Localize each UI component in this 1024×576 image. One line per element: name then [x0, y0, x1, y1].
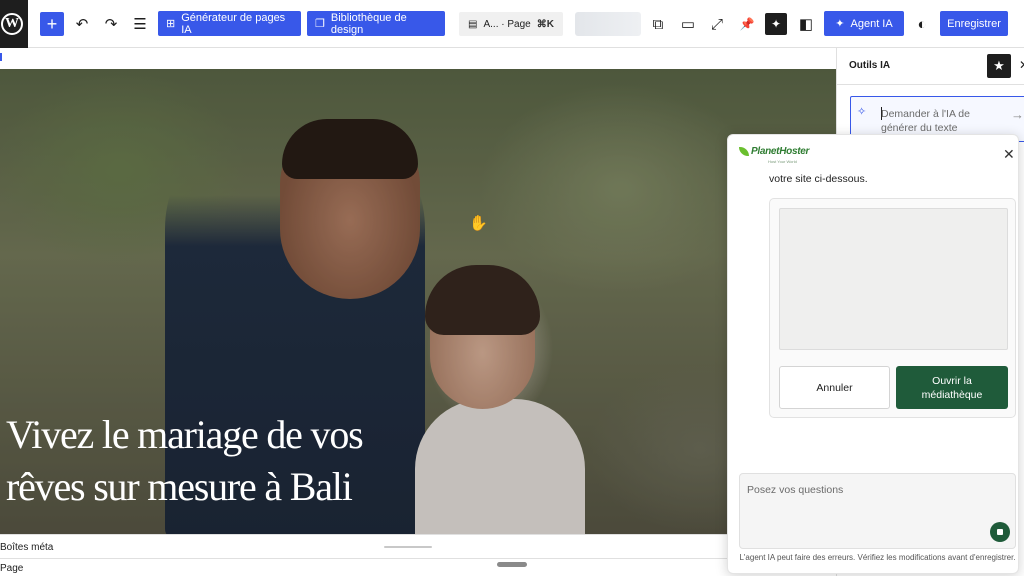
editor-canvas: Vivez le mariage de vos rêves sur mesure…: [0, 48, 836, 534]
stop-icon: [997, 529, 1003, 535]
add-block-button[interactable]: +: [40, 12, 64, 36]
pin-icon[interactable]: 📌: [735, 12, 759, 36]
cancel-button[interactable]: Annuler: [779, 366, 890, 409]
undo-icon[interactable]: ↶: [70, 12, 94, 36]
meta-boxes-panel[interactable]: Boîtes méta: [0, 534, 728, 558]
media-selection-card: Annuler Ouvrir la médiathèque: [769, 198, 1016, 418]
view-external-icon[interactable]: ⧉: [646, 12, 670, 36]
editor-toolbar: W + ↶ ↷ ☰ ⊞ Générateur de pages IA ❐ Bib…: [0, 0, 1024, 48]
document-bar[interactable]: ▤ A... · Page ⌘K: [459, 12, 563, 36]
planethoster-logo: PlanetHoster: [739, 146, 809, 157]
scroll-handle[interactable]: [497, 562, 527, 567]
submit-arrow-icon[interactable]: →: [1011, 107, 1024, 122]
chat-question-input[interactable]: Posez vos questions: [739, 473, 1016, 549]
ai-page-generator-button[interactable]: ⊞ Générateur de pages IA: [158, 11, 301, 36]
brand-tagline: Host Your World: [768, 159, 797, 164]
hero-heading[interactable]: Vivez le mariage de vos rêves sur mesure…: [6, 409, 426, 513]
design-library-button[interactable]: ❐ Bibliothèque de design: [307, 11, 445, 36]
canvas-top-margin: [0, 48, 836, 69]
hero-cover-block[interactable]: Vivez le mariage de vos rêves sur mesure…: [0, 69, 836, 534]
agent-ia-button[interactable]: ✦ Agent IA: [824, 11, 904, 36]
page-generator-icon: ⊞: [166, 18, 176, 30]
design-library-label: Bibliothèque de design: [330, 11, 407, 36]
preview-device-icon[interactable]: ▭: [676, 12, 700, 36]
chat-message-text: votre site ci-dessous.: [769, 173, 868, 185]
chat-input-placeholder: Posez vos questions: [747, 484, 844, 496]
media-preview-area: [779, 208, 1008, 350]
open-media-library-button[interactable]: Ouvrir la médiathèque: [896, 366, 1008, 409]
brand-name: PlanetHoster: [751, 146, 810, 157]
command-shortcut: ⌘K: [536, 18, 554, 30]
ai-tools-sparkle-icon[interactable]: ✦: [765, 13, 787, 35]
list-view-icon[interactable]: ☰: [128, 12, 152, 36]
breadcrumb-page[interactable]: Page: [0, 563, 23, 574]
star-icon[interactable]: ★: [987, 54, 1011, 78]
sidebar-title: Outils IA: [849, 60, 891, 71]
ai-page-generator-label: Générateur de pages IA: [181, 11, 286, 36]
save-button[interactable]: Enregistrer: [940, 11, 1008, 36]
contrast-icon[interactable]: ◐: [910, 12, 934, 36]
meta-boxes-label: Boîtes méta: [0, 542, 54, 553]
sparkle-icon: ✧: [857, 106, 867, 118]
grab-cursor-icon: ✋: [469, 215, 488, 232]
document-title: A... · Page: [483, 18, 531, 30]
hero-heading-line-1: Vivez le mariage de vos: [6, 412, 364, 457]
breadcrumb-bar: Page: [0, 558, 728, 576]
planethoster-chat-popup: PlanetHoster Host Your World ✕ votre sit…: [727, 134, 1019, 574]
ai-disclaimer: L'agent IA peut faire des erreurs. Vérif…: [739, 553, 1016, 562]
close-popup-icon[interactable]: ✕: [1003, 146, 1015, 163]
close-sidebar-icon[interactable]: ✕: [1019, 58, 1024, 72]
settings-sidebar-icon[interactable]: ◧: [794, 12, 818, 36]
redo-icon[interactable]: ↷: [99, 12, 123, 36]
hero-heading-line-2: rêves sur mesure à Bali: [6, 464, 353, 509]
document-icon: ▤: [468, 18, 478, 30]
agent-ia-label: Agent IA: [850, 17, 893, 30]
agent-sparkle-icon: ✦: [835, 18, 845, 30]
wordpress-logo[interactable]: W: [0, 0, 28, 48]
leaf-icon: [739, 147, 749, 156]
fullscreen-icon[interactable]: ⤢: [705, 12, 729, 36]
sidebar-divider: [837, 84, 1024, 85]
wordpress-icon: W: [1, 13, 23, 35]
stop-send-button[interactable]: [990, 522, 1010, 542]
loading-placeholder: [575, 12, 641, 36]
insertion-marker: [0, 53, 2, 61]
ai-prompt-placeholder: Demander à l'IA de générer du texte: [881, 108, 970, 134]
library-icon: ❐: [315, 18, 325, 30]
meta-resize-handle[interactable]: [384, 546, 432, 548]
